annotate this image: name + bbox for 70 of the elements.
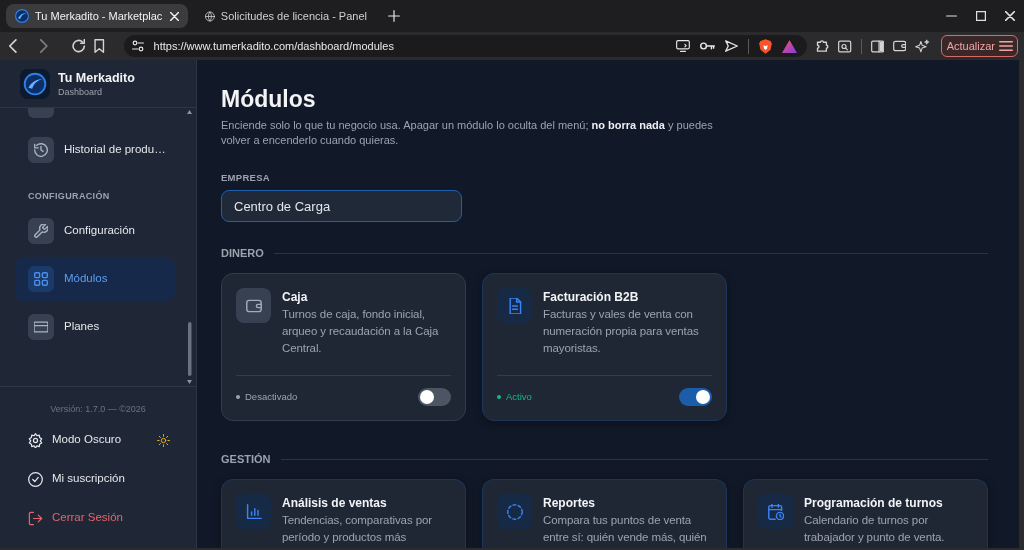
- module-description: Turnos de caja, fondo inicial, arqueo y recaudación a la Caja Central.: [282, 307, 440, 356]
- module-title: Reportes: [543, 495, 596, 512]
- page-title: Módulos: [221, 85, 317, 114]
- shield-icon[interactable]: [758, 38, 772, 54]
- scrollbar[interactable]: [186, 108, 193, 386]
- maximize-icon[interactable]: [976, 11, 986, 21]
- module-title: Caja: [282, 289, 309, 306]
- section-label: CONFIGURACIÓN: [28, 189, 111, 203]
- status-dot-icon: [497, 395, 501, 399]
- address-bar[interactable]: https://www.tumerkadito.com/dashboard/modules: [123, 35, 807, 57]
- wrench-icon: [28, 218, 54, 244]
- toggle-switch[interactable]: [679, 388, 712, 406]
- nav-item[interactable]: Historial de produ…: [15, 127, 175, 173]
- app-subtitle: Dashboard: [58, 85, 104, 98]
- close-icon[interactable]: [170, 11, 179, 21]
- toggle-switch[interactable]: [418, 388, 451, 406]
- version-text: Versión: 1.7.0 — ©2026: [49, 403, 147, 416]
- subscription-link[interactable]: Mi suscripción: [0, 464, 196, 494]
- reload-icon[interactable]: [71, 39, 86, 53]
- card-icon: [28, 314, 54, 340]
- status-text: Desactivado: [245, 391, 298, 403]
- sun-icon: [157, 433, 170, 447]
- module-description: Calendario de turnos por trabajador y punto de venta.: [804, 513, 946, 545]
- page-description: Enciende solo lo que tu negocio usa. Apagar un módulo lo oculta del menú; no borra nada y puedes volver a encenderlo cuando quieras.: [221, 118, 714, 148]
- document-icon: [497, 288, 532, 323]
- check-circle-icon: [28, 471, 43, 487]
- module-title: Facturación B2B: [543, 289, 640, 306]
- status-text: Activo: [506, 391, 532, 403]
- app-name: Tu Merkadito: [58, 69, 135, 86]
- browser-tab[interactable]: Tu Merkadito - Marketplac: [6, 4, 188, 28]
- triangle-icon[interactable]: [781, 39, 797, 53]
- nav-item[interactable]: Configuración: [15, 208, 175, 254]
- nav-item[interactable]: Módulos: [15, 256, 175, 302]
- status-dot-icon: [236, 395, 240, 399]
- plus-icon[interactable]: [388, 10, 400, 22]
- close-icon[interactable]: [1005, 11, 1015, 21]
- monitor-icon[interactable]: [675, 40, 690, 52]
- section-title: DINERO: [221, 246, 264, 261]
- module-description: Facturas y vales de venta con numeración propia para ventas mayoristas.: [543, 307, 700, 356]
- sparkle-icon[interactable]: [915, 39, 930, 53]
- globe-icon: [205, 9, 215, 23]
- logo-icon: [20, 68, 50, 99]
- logout-button[interactable]: Cerrar Sesión: [0, 503, 196, 533]
- history-icon: [28, 137, 54, 163]
- wallet-icon: [236, 288, 271, 323]
- dark-mode-button[interactable]: Modo Oscuro: [0, 425, 196, 455]
- browser-tab[interactable]: Solicitudes de licencia - Panel: [196, 4, 376, 28]
- nav-item[interactable]: Planes: [15, 304, 175, 350]
- key-icon[interactable]: [699, 42, 715, 50]
- puzzle-icon[interactable]: [815, 39, 830, 53]
- section-title: GESTIÓN: [221, 452, 271, 467]
- module-title: Programación de turnos: [804, 495, 944, 512]
- update-button[interactable]: Actualizar: [940, 35, 1018, 57]
- wallet-icon[interactable]: [892, 40, 907, 52]
- logout-icon: [28, 510, 43, 526]
- site-settings-icon[interactable]: [131, 40, 144, 52]
- module-description: Compara tus puntos de venta entre sí: quién vende más, quién: [543, 513, 708, 545]
- gear-icon: [28, 432, 43, 448]
- logo-icon: [15, 9, 29, 23]
- menu-icon: [998, 41, 1013, 51]
- send-icon[interactable]: [724, 40, 738, 52]
- module-title: Análisis de ventas: [282, 495, 388, 512]
- back-icon[interactable]: [9, 39, 17, 53]
- company-field[interactable]: Centro de Carga: [221, 190, 462, 222]
- module-description: Tendencias, comparativas por período y productos más: [282, 513, 433, 545]
- company-label: EMPRESA: [221, 171, 271, 185]
- framed-lens-icon[interactable]: [838, 39, 852, 53]
- bookmark-icon[interactable]: [94, 39, 105, 53]
- grid-icon: [28, 266, 54, 292]
- sidebar-icon[interactable]: [870, 39, 884, 53]
